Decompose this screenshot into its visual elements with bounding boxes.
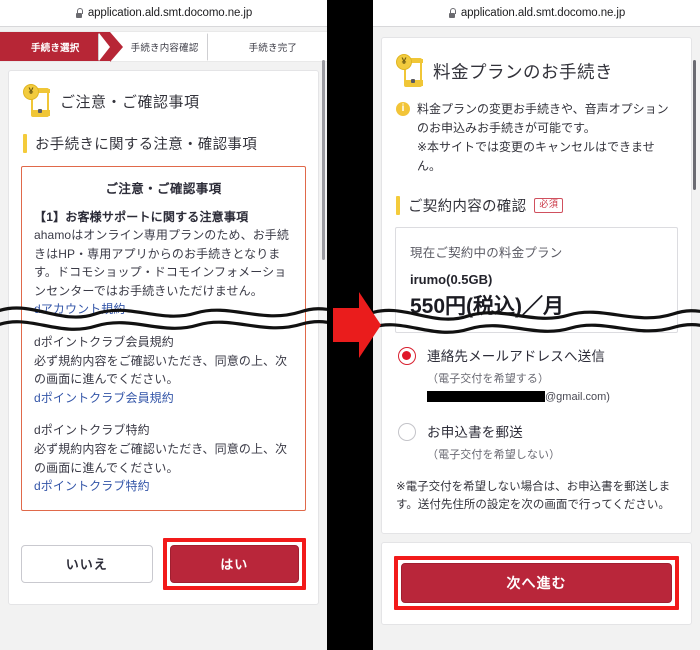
no-button[interactable]: いいえ bbox=[21, 544, 153, 583]
radio-option-email[interactable]: 連絡先メールアドレスへ送信 （電子交付を希望する） @gmail.com) bbox=[395, 339, 678, 403]
current-plan-name: irumo(0.5GB) bbox=[410, 271, 493, 287]
right-button-card: 次へ進む bbox=[381, 542, 692, 626]
step-2-label: 手続き内容確認 bbox=[130, 42, 199, 54]
notice-title: ご注意・ご確認事項 bbox=[105, 182, 222, 196]
info-line-2: ※本サイトでは変更のキャンセルはできません。 bbox=[417, 139, 655, 173]
radio-email-dot[interactable] bbox=[398, 346, 416, 365]
right-section-heading: ご契約内容の確認 必須 bbox=[382, 186, 691, 225]
notice-link-dpoint-terms[interactable]: dポイントクラブ特約 bbox=[34, 477, 293, 496]
left-url-text: application.ald.smt.docomo.ne.jp bbox=[87, 7, 253, 19]
notice-block2-body: 必ず規約内容をご確認いただき、同意の上、次の画面に進んでください。 bbox=[34, 353, 288, 387]
lock-icon bbox=[448, 8, 456, 18]
required-badge: 必須 bbox=[534, 197, 564, 213]
delivery-footnote: ※電子交付を希望しない場合は、お申込書を郵送します。送付先住所の設定を次の画面で… bbox=[396, 480, 671, 512]
yes-button-highlight: はい bbox=[162, 537, 306, 590]
delivery-radio-group: 連絡先メールアドレスへ送信 （電子交付を希望する） @gmail.com) お申… bbox=[382, 333, 691, 462]
left-section-title: お手続きに関する注意・確認事項 bbox=[35, 137, 257, 153]
radio-email-sub: （電子交付を希望する） bbox=[427, 372, 550, 385]
yellow-accent-bar bbox=[23, 134, 27, 153]
right-page-title: 料金プランのお手続き bbox=[433, 61, 613, 82]
notice-box: ご注意・ご確認事項 【1】お客様サポートに関する注意事項 ahamoはオンライン… bbox=[21, 166, 306, 511]
radio-email-suffix: @gmail.com) bbox=[545, 390, 610, 403]
left-button-row: いいえ はい bbox=[9, 525, 318, 604]
right-button-row: 次へ進む bbox=[382, 543, 691, 624]
right-url-text: application.ald.smt.docomo.ne.jp bbox=[460, 7, 626, 19]
radio-mail-sub: （電子交付を希望しない） bbox=[427, 448, 561, 461]
left-section-heading: お手続きに関する注意・確認事項 bbox=[9, 124, 318, 163]
notice-link-d-account[interactable]: dアカウント規約 bbox=[34, 300, 293, 319]
yen-phone-icon: ¥ bbox=[23, 84, 50, 118]
step-1-selection[interactable]: 手続き選択 bbox=[0, 32, 124, 62]
right-section-title: ご契約内容の確認 bbox=[408, 198, 527, 215]
right-arrow-icon bbox=[333, 292, 381, 358]
step-indicator: 手続き選択 手続き内容確認 手続き完了 bbox=[0, 31, 327, 62]
left-scrollbar[interactable] bbox=[322, 60, 325, 260]
left-page-title: ご注意・ご確認事項 bbox=[60, 93, 200, 111]
notice-block3-body: 必ず規約内容をご確認いただき、同意の上、次の画面に進んでください。 bbox=[34, 441, 288, 475]
next-button[interactable]: 次へ進む bbox=[401, 563, 672, 604]
right-scrollbar[interactable] bbox=[693, 60, 696, 190]
step-2-confirm[interactable]: 手続き内容確認 bbox=[98, 32, 219, 61]
radio-mail-label: お申込書を郵送 bbox=[427, 424, 523, 440]
right-page-heading: ¥ 料金プランのお手続き bbox=[382, 38, 691, 96]
lock-icon bbox=[75, 8, 83, 18]
notice-link-dpoint-members[interactable]: dポイントクラブ会員規約 bbox=[34, 389, 293, 408]
yellow-accent-bar bbox=[396, 195, 400, 215]
radio-email-value: @gmail.com) bbox=[427, 391, 610, 403]
step-3-complete[interactable]: 手続き完了 bbox=[206, 32, 327, 61]
info-text: 料金プランの変更お手続きや、音声オプションのお申込みお手続きが可能です。 ※本サ… bbox=[417, 100, 678, 176]
info-line-1: 料金プランの変更お手続きや、音声オプションのお申込みお手続きが可能です。 bbox=[417, 102, 669, 135]
screenshot-stage: application.ald.smt.docomo.ne.jp 手続き選択 手… bbox=[0, 0, 700, 650]
info-icon: i bbox=[396, 102, 410, 116]
current-plan-price: 550円(税込)／月 bbox=[410, 294, 565, 318]
radio-mail-dot[interactable] bbox=[398, 422, 416, 441]
redaction-bar bbox=[427, 391, 545, 403]
left-content-card: ¥ ご注意・ご確認事項 お手続きに関する注意・確認事項 ご注意・ご確認事項 【1… bbox=[8, 70, 319, 605]
step-3-label: 手続き完了 bbox=[248, 42, 298, 54]
next-button-highlight: 次へ進む bbox=[394, 556, 679, 611]
left-page-heading: ¥ ご注意・ご確認事項 bbox=[9, 71, 318, 124]
left-phone-panel: application.ald.smt.docomo.ne.jp 手続き選択 手… bbox=[0, 0, 327, 650]
radio-option-mail[interactable]: お申込書を郵送 （電子交付を希望しない） bbox=[395, 403, 678, 462]
right-url-bar[interactable]: application.ald.smt.docomo.ne.jp bbox=[373, 0, 700, 27]
notice-block2-heading: dポイントクラブ会員規約 bbox=[34, 334, 174, 349]
right-content-card: ¥ 料金プランのお手続き i 料金プランの変更お手続きや、音声オプションのお申込… bbox=[381, 37, 692, 535]
notice-block3-heading: dポイントクラブ特約 bbox=[34, 423, 150, 438]
left-url-bar[interactable]: application.ald.smt.docomo.ne.jp bbox=[0, 0, 327, 27]
radio-email-label: 連絡先メールアドレスへ送信 bbox=[427, 348, 606, 364]
step-1-label: 手続き選択 bbox=[30, 42, 80, 54]
notice-item1-heading: 【1】お客様サポートに関する注意事項 bbox=[34, 210, 249, 224]
notice-item1-body: ahamoはオンライン専用プランのため、お手続きはHP・専用アプリからのお手続き… bbox=[34, 228, 289, 298]
info-callout: i 料金プランの変更お手続きや、音声オプションのお申込みお手続きが可能です。 ※… bbox=[382, 96, 691, 186]
current-plan-label: 現在ご契約中の料金プラン bbox=[410, 245, 563, 260]
right-phone-panel: application.ald.smt.docomo.ne.jp ¥ 料金プラン… bbox=[373, 0, 700, 650]
yen-phone-icon: ¥ bbox=[396, 54, 423, 88]
yes-button[interactable]: はい bbox=[169, 544, 299, 583]
current-plan-box: 現在ご契約中の料金プラン irumo(0.5GB) 550円(税込)／月 bbox=[395, 226, 678, 333]
